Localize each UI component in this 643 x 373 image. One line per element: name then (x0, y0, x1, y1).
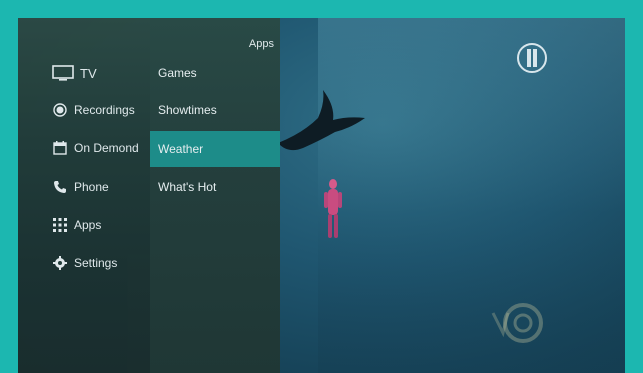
phone-icon (52, 179, 68, 195)
record-icon (52, 102, 68, 118)
sidebar-item-recordings[interactable]: Recordings (52, 100, 135, 120)
sidebar-item-label: On Demond (74, 141, 139, 155)
gear-icon (52, 255, 68, 271)
sidebar-item-label: Recordings (74, 103, 135, 117)
sidebar-item-phone[interactable]: Phone (52, 177, 109, 197)
submenu-item-whats-hot[interactable]: What's Hot (158, 177, 216, 197)
watermark-logo-icon (491, 303, 543, 343)
main-sidebar: TV Recordings On Demond Phone Apps Setti… (18, 18, 150, 373)
channel-logo-icon (517, 43, 547, 73)
sidebar-item-label: Phone (74, 180, 109, 194)
sidebar-item-label: Settings (74, 256, 118, 270)
fish-tail-image (278, 90, 365, 151)
diver-image (324, 179, 342, 238)
sidebar-item-apps[interactable]: Apps (52, 215, 101, 235)
tv-icon (52, 65, 74, 81)
sidebar-item-settings[interactable]: Settings (52, 253, 117, 273)
sidebar-item-tv[interactable]: TV (52, 63, 97, 83)
calendar-icon (52, 140, 68, 156)
apps-submenu-items: Games Showtimes Weather What's Hot (150, 18, 280, 373)
submenu-item-weather[interactable]: Weather (158, 139, 203, 159)
background-video (318, 18, 625, 373)
grid-icon (52, 217, 68, 233)
sidebar-item-label: TV (80, 65, 97, 81)
submenu-item-games[interactable]: Games (158, 63, 197, 83)
tv-screen: TV Recordings On Demond Phone Apps Setti… (18, 18, 625, 373)
sidebar-item-label: Apps (74, 218, 102, 232)
sidebar-item-on-demand[interactable]: On Demond (52, 138, 139, 158)
submenu-item-showtimes[interactable]: Showtimes (158, 100, 217, 120)
